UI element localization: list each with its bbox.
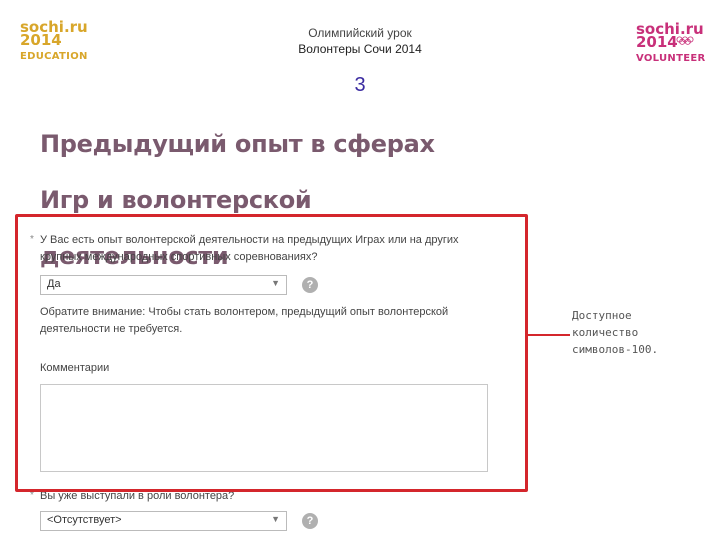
callout-line <box>528 334 570 336</box>
character-limit-callout: Доступное количество символов-100. <box>572 309 659 356</box>
chevron-down-icon: ▼ <box>271 514 280 524</box>
volunteer-role-select[interactable]: <Отсутствует> ▼ <box>40 511 287 531</box>
header-subtitle: Волонтеры Сочи 2014 <box>298 42 422 56</box>
volunteer-role-select-value: <Отсутствует> <box>47 514 122 526</box>
logo-right-sub: VOLUNTEER <box>636 53 706 64</box>
help-icon-2[interactable]: ? <box>302 513 318 529</box>
olympic-rings-icon <box>676 36 694 45</box>
sochi-volunteer-logo: sochi.ru 2014 VOLUNTEER <box>636 22 706 65</box>
highlight-frame <box>15 214 528 492</box>
header-title: Олимпийский урок <box>308 26 412 40</box>
slide-number: 3 <box>354 74 366 96</box>
